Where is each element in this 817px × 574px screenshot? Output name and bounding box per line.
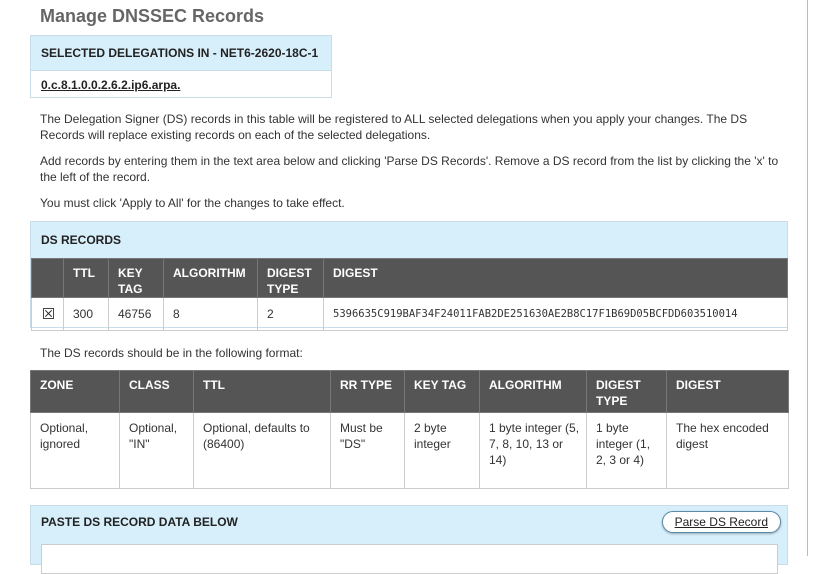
fmt-col-rr-type: RR TYPE	[330, 370, 405, 413]
fmt-col-zone: ZONE	[30, 370, 120, 413]
col-remove	[31, 258, 64, 298]
col-key-tag: KEY TAG	[108, 258, 164, 298]
intro-paragraph-1: The Delegation Signer (DS) records in th…	[40, 112, 748, 142]
col-algorithm: ALGORITHM	[163, 258, 258, 298]
ds-records-table: TTL KEY TAG ALGORITHM DIGEST TYPE DIGEST…	[31, 258, 788, 331]
fmt-col-class: CLASS	[119, 370, 194, 413]
fmt-ttl-cell: Optional, defaults to (86400)	[193, 412, 331, 489]
fmt-key-tag-cell: 2 byte integer	[404, 412, 480, 489]
paste-ds-panel: PASTE DS RECORD DATA BELOW Parse DS Reco…	[30, 505, 788, 574]
intro-paragraph-2: Add records by entering them in the text…	[40, 154, 779, 184]
ds-table-header-row: TTL KEY TAG ALGORITHM DIGEST TYPE DIGEST	[31, 258, 788, 298]
fmt-col-key-tag: KEY TAG	[404, 370, 480, 413]
fmt-algorithm-cell: 1 byte integer (5, 7, 8, 10, 13 or 14)	[479, 412, 587, 489]
format-header-row: ZONE CLASS TTL RR TYPE KEY TAG ALGORITHM…	[30, 370, 789, 413]
selected-delegations-panel: SELECTED DELEGATIONS IN - NET6-2620-18C-…	[30, 35, 332, 98]
fmt-class-cell: Optional, "IN"	[119, 412, 194, 489]
format-note: The DS records should be in the followin…	[40, 346, 303, 360]
fmt-rr-type-cell: Must be "DS"	[330, 412, 405, 489]
digest-type-cell: 2	[257, 297, 324, 331]
ds-records-panel: DS RECORDS TTL KEY TAG ALGORITHM DIGEST …	[30, 221, 788, 331]
ds-records-header: DS RECORDS	[31, 222, 787, 259]
remove-cell	[31, 297, 64, 331]
ttl-cell: 300	[63, 297, 109, 331]
fmt-col-digest-type: DIGEST TYPE	[586, 370, 667, 413]
digest-cell: 5396635C919BAF34F24011FAB2DE251630AE2B8C…	[323, 297, 788, 331]
selected-delegations-header: SELECTED DELEGATIONS IN - NET6-2620-18C-…	[31, 36, 331, 71]
col-digest-type: DIGEST TYPE	[257, 258, 324, 298]
fmt-zone-cell: Optional, ignored	[30, 412, 120, 489]
ds-format-table: ZONE CLASS TTL RR TYPE KEY TAG ALGORITHM…	[30, 370, 789, 489]
fmt-col-algorithm: ALGORITHM	[479, 370, 587, 413]
page-title: Manage DNSSEC Records	[40, 6, 265, 26]
fmt-col-ttl: TTL	[193, 370, 331, 413]
algorithm-cell: 8	[163, 297, 258, 331]
col-digest: DIGEST	[323, 258, 788, 298]
table-row: 300 46756 8 2 5396635C919BAF34F24011FAB2…	[31, 297, 788, 331]
table-row: Optional, ignored Optional, "IN" Optiona…	[30, 412, 789, 489]
intro-paragraph-3: You must click 'Apply to All' for the ch…	[40, 196, 345, 210]
key-tag-cell: 46756	[108, 297, 164, 331]
col-ttl: TTL	[63, 258, 109, 298]
fmt-digest-type-cell: 1 byte integer (1, 2, 3 or 4)	[586, 412, 667, 489]
close-icon[interactable]	[43, 308, 54, 319]
delegation-link[interactable]: 0.c.8.1.0.0.2.6.2.ip6.arpa.	[41, 78, 180, 92]
fmt-col-digest: DIGEST	[666, 370, 789, 413]
fmt-digest-cell: The hex encoded digest	[666, 412, 789, 489]
parse-ds-record-button[interactable]: Parse DS Record	[661, 511, 781, 533]
paste-ds-header: PASTE DS RECORD DATA BELOW	[41, 515, 238, 529]
ds-record-textarea[interactable]	[41, 544, 778, 574]
